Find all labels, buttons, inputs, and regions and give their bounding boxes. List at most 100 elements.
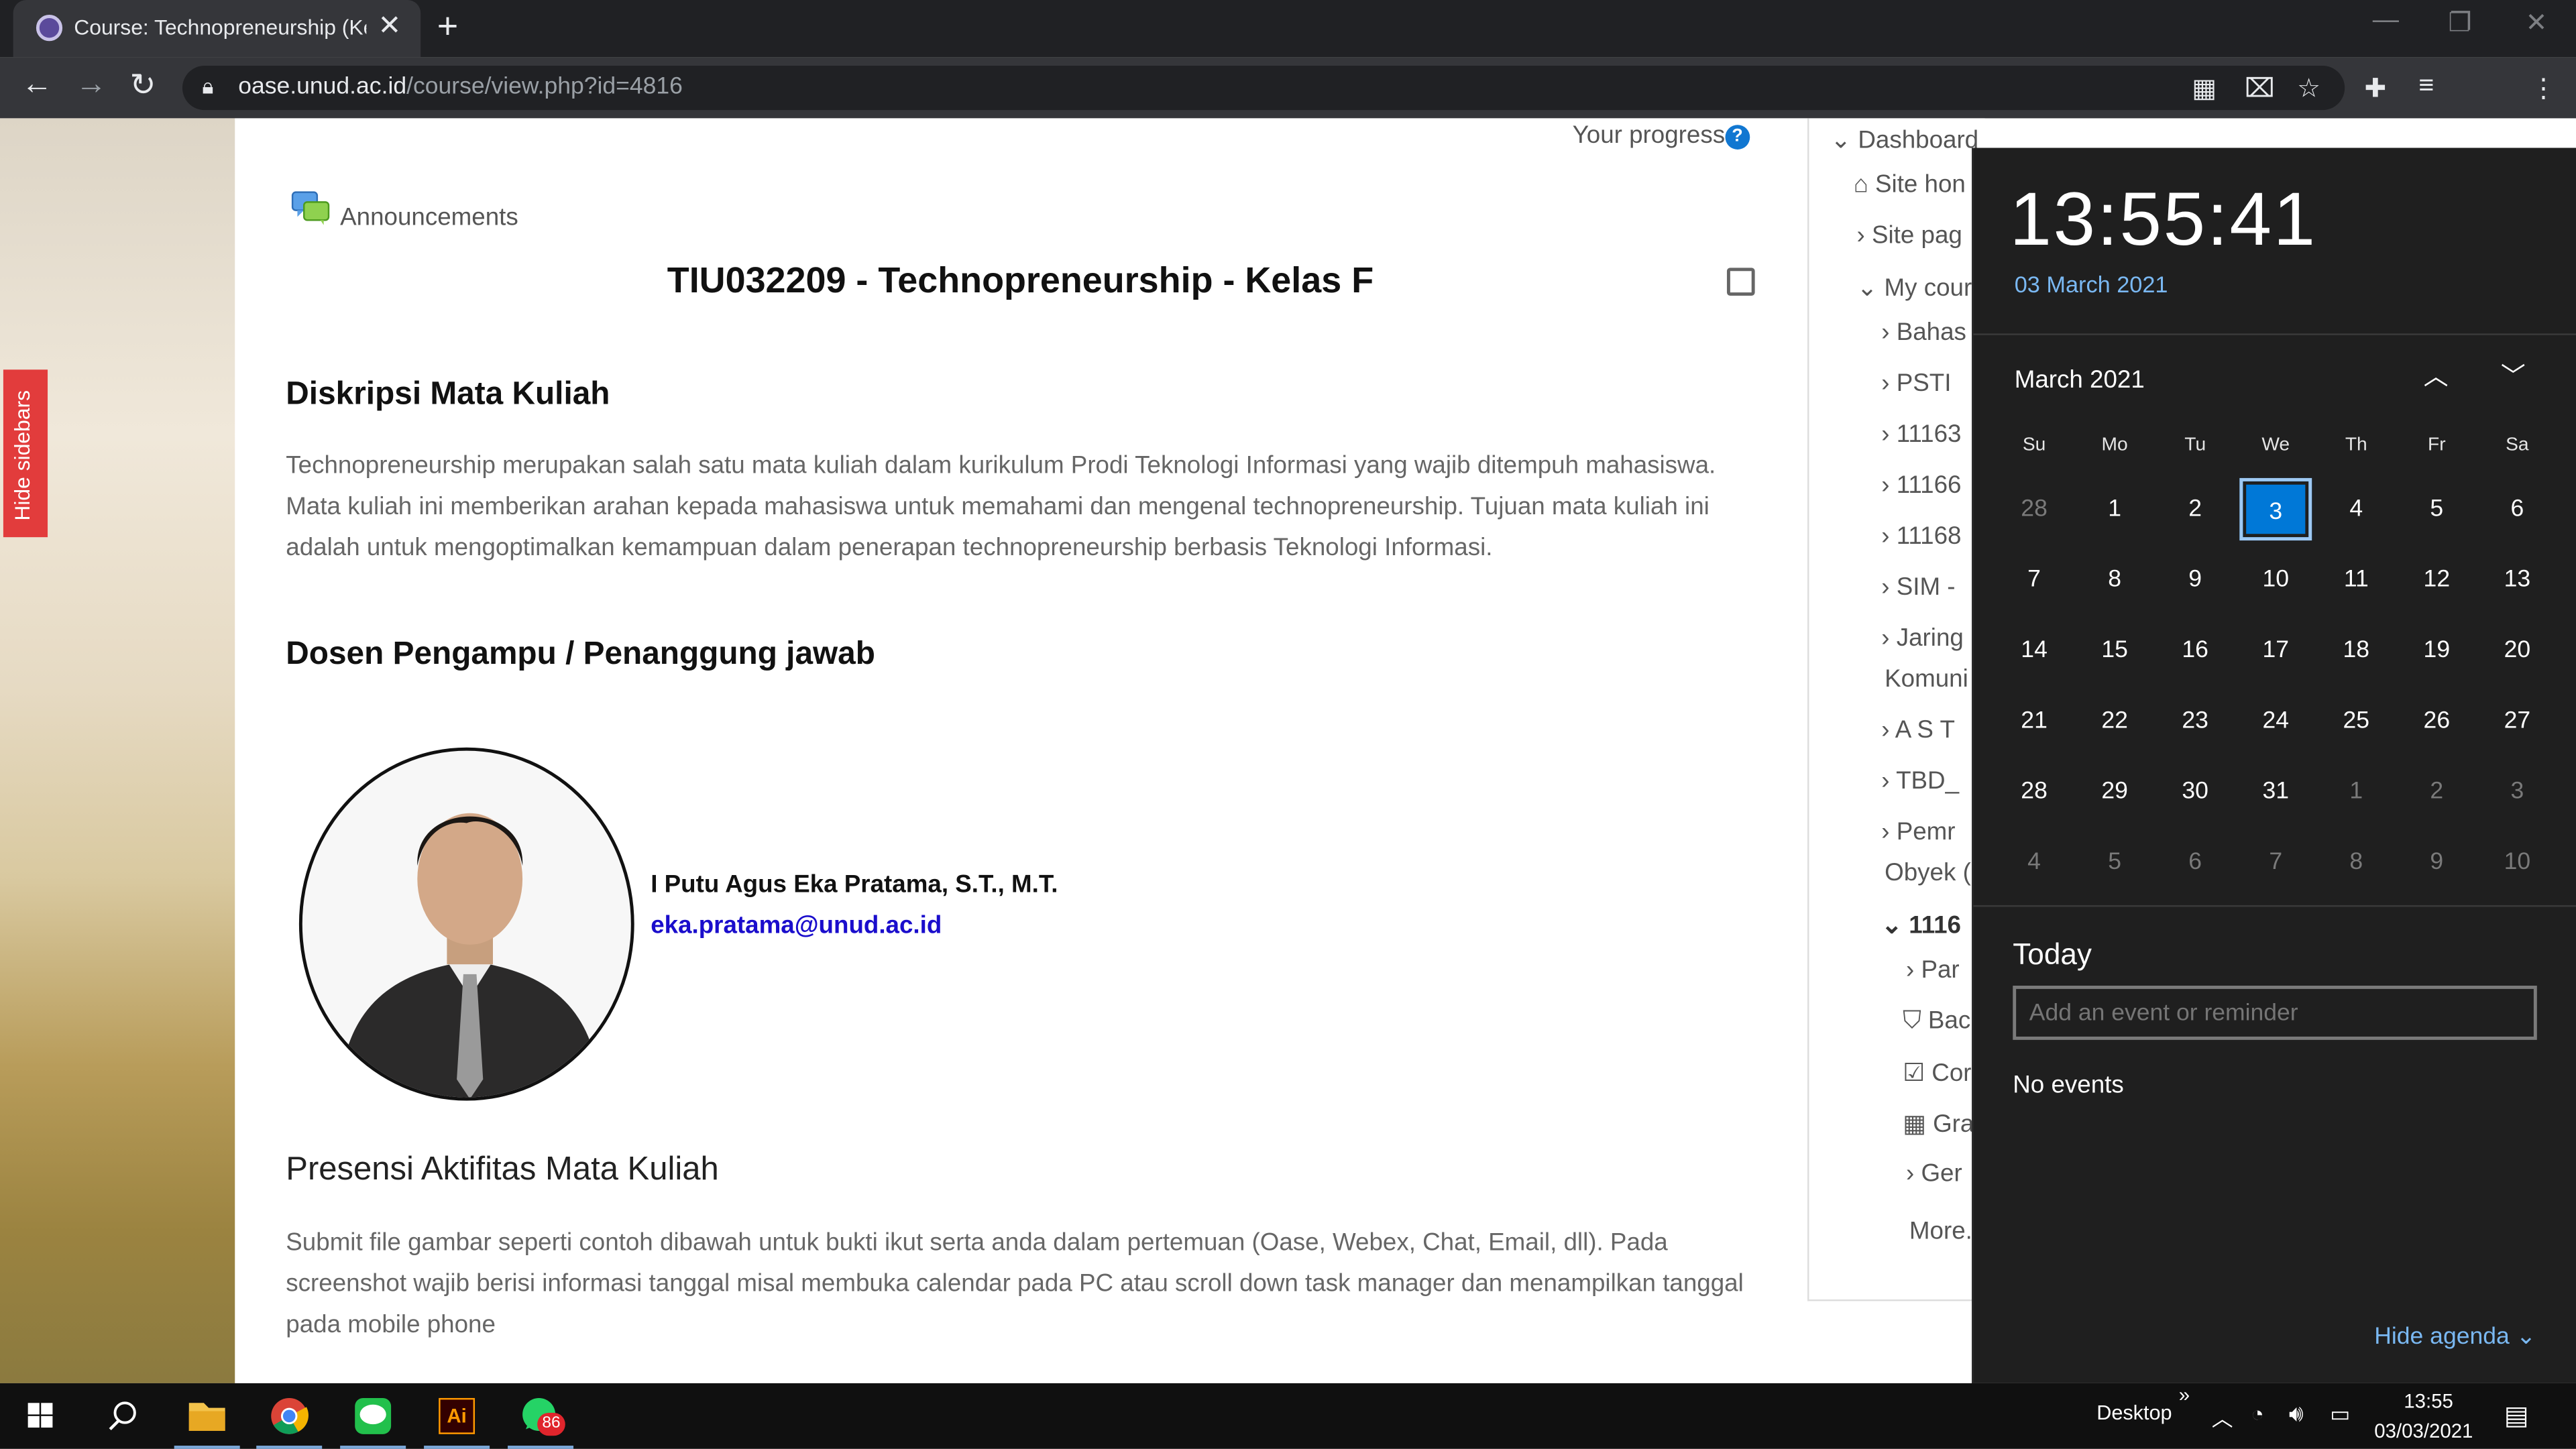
- bookmark-star-icon[interactable]: ☆: [2297, 72, 2320, 105]
- nav-competencies[interactable]: ☑ Cor: [1903, 1058, 1971, 1088]
- notifications-icon[interactable]: ▤: [2504, 1399, 2529, 1432]
- calendar-day[interactable]: 1: [2078, 478, 2151, 540]
- calendar-day[interactable]: 29: [2078, 760, 2151, 823]
- close-tab-icon[interactable]: ✕: [378, 10, 402, 43]
- lock-icon[interactable]: 🔒︎: [202, 74, 213, 100]
- media-control-icon[interactable]: ≡: [2418, 72, 2434, 102]
- calendar-day[interactable]: 24: [2239, 690, 2312, 752]
- nav-course-item[interactable]: › 11163: [1881, 420, 1961, 449]
- calendar-day[interactable]: 4: [2320, 478, 2392, 540]
- calendar-day-outside-month[interactable]: 4: [1998, 831, 2070, 894]
- new-tab-icon[interactable]: +: [437, 5, 459, 48]
- calendar-day[interactable]: 13: [2481, 548, 2554, 611]
- back-icon[interactable]: ←: [21, 67, 53, 103]
- minimize-icon[interactable]: —: [2373, 7, 2399, 36]
- calendar-day[interactable]: 3: [2239, 477, 2312, 541]
- nav-course-item[interactable]: › 11168: [1881, 522, 1961, 550]
- start-button[interactable]: [0, 1383, 82, 1449]
- calendar-day[interactable]: 7: [1998, 548, 2070, 611]
- reload-icon[interactable]: ↻: [130, 67, 156, 105]
- previous-month-icon[interactable]: ︿: [2424, 358, 2449, 392]
- hide-agenda-button[interactable]: Hide agenda ⌄: [2374, 1324, 2536, 1350]
- taskbar-clock-time[interactable]: 13:55: [2400, 1390, 2456, 1413]
- calendar-day-outside-month[interactable]: 10: [2481, 831, 2554, 894]
- menu-icon[interactable]: ⋮: [2530, 72, 2557, 105]
- browser-tab[interactable]: Course: Technopreneurship (Kelas F) ✕: [13, 0, 421, 58]
- nav-site-pages[interactable]: › Site pag: [1857, 222, 1962, 250]
- calendar-day[interactable]: 12: [2400, 548, 2473, 611]
- search-button[interactable]: [85, 1383, 161, 1449]
- calendar-day-outside-month[interactable]: 8: [2320, 831, 2392, 894]
- calendar-day[interactable]: 15: [2078, 620, 2151, 682]
- desktop-toolbar-label[interactable]: Desktop: [2096, 1401, 2172, 1424]
- calendar-day[interactable]: 20: [2481, 620, 2554, 682]
- calendar-day[interactable]: 27: [2481, 690, 2554, 752]
- nav-course-item[interactable]: › TBD_: [1881, 767, 1959, 795]
- nav-general[interactable]: › Ger: [1906, 1160, 1962, 1188]
- announcements-link[interactable]: Announcements: [340, 204, 518, 232]
- nav-course-continued[interactable]: Komuni: [1885, 665, 1968, 693]
- nav-course-item[interactable]: › Bahas: [1881, 318, 1966, 347]
- nav-course-item[interactable]: › Pemr: [1881, 818, 1955, 846]
- calendar-day[interactable]: 9: [2159, 548, 2231, 611]
- nav-course-item[interactable]: › 11166: [1881, 471, 1961, 500]
- calendar-day-outside-month[interactable]: 3: [2481, 760, 2554, 823]
- calendar-day[interactable]: 25: [2320, 690, 2392, 752]
- restore-icon[interactable]: ❐: [2449, 7, 2472, 40]
- address-bar[interactable]: 🔒︎ oase.unud.ac.id/course/view.php?id=48…: [182, 66, 2345, 111]
- nav-course-item[interactable]: › A S T: [1881, 716, 1955, 744]
- calendar-day-outside-month[interactable]: 9: [2400, 831, 2473, 894]
- calendar-day[interactable]: 21: [1998, 690, 2070, 752]
- nav-current-course[interactable]: ⌄ 1116: [1881, 910, 1961, 940]
- volume-icon[interactable]: 🔊︎: [2289, 1399, 2304, 1428]
- nav-badges[interactable]: ⛉ Bac: [1903, 1007, 1970, 1035]
- battery-icon[interactable]: ▭: [2330, 1401, 2350, 1428]
- calendar-day[interactable]: 28: [1998, 760, 2070, 823]
- calendar-day[interactable]: 2: [2159, 478, 2231, 540]
- translate-icon[interactable]: ⌧: [2245, 72, 2275, 105]
- calendar-day[interactable]: 23: [2159, 690, 2231, 752]
- qr-code-icon[interactable]: ▦: [2192, 72, 2217, 105]
- calendar-day[interactable]: 22: [2078, 690, 2151, 752]
- calendar-day[interactable]: 6: [2481, 478, 2554, 540]
- illustrator-button[interactable]: Ai: [419, 1383, 495, 1449]
- toolbar-overflow-icon[interactable]: »: [2179, 1383, 2190, 1406]
- forward-icon[interactable]: →: [76, 67, 107, 103]
- calendar-day[interactable]: 10: [2239, 548, 2312, 611]
- extensions-icon[interactable]: ✚: [2365, 72, 2387, 105]
- line-app-button[interactable]: [335, 1383, 411, 1449]
- help-icon[interactable]: ?: [1725, 125, 1750, 150]
- calendar-day[interactable]: 11: [2320, 548, 2392, 611]
- calendar-day[interactable]: 5: [2400, 478, 2473, 540]
- calendar-day[interactable]: 8: [2078, 548, 2151, 611]
- calendar-day[interactable]: 18: [2320, 620, 2392, 682]
- whatsapp-button[interactable]: 86: [503, 1383, 579, 1449]
- nav-course-item[interactable]: › PSTI: [1881, 369, 1951, 398]
- calendar-day-outside-month[interactable]: 5: [2078, 831, 2151, 894]
- nav-site-home[interactable]: ⌂ Site hon: [1854, 171, 1966, 199]
- calendar-day-outside-month[interactable]: 7: [2239, 831, 2312, 894]
- full-date-link[interactable]: 03 March 2021: [2015, 271, 2168, 297]
- nav-grades[interactable]: ▦ Gra: [1903, 1109, 1974, 1139]
- calendar-day[interactable]: 14: [1998, 620, 2070, 682]
- calendar-day[interactable]: 19: [2400, 620, 2473, 682]
- next-month-icon[interactable]: ﹀: [2501, 358, 2526, 392]
- chrome-button[interactable]: [251, 1383, 327, 1449]
- calendar-day[interactable]: 16: [2159, 620, 2231, 682]
- calendar-day[interactable]: 26: [2400, 690, 2473, 752]
- add-event-input[interactable]: [2013, 986, 2537, 1040]
- calendar-day-outside-month[interactable]: 28: [1998, 478, 2070, 540]
- calendar-day[interactable]: 30: [2159, 760, 2231, 823]
- calendar-day[interactable]: 17: [2239, 620, 2312, 682]
- nav-participants[interactable]: › Par: [1906, 956, 1960, 984]
- taskbar-clock-date[interactable]: 03/03/2021: [2374, 1419, 2473, 1442]
- nav-course-item[interactable]: › SIM -: [1881, 573, 1955, 601]
- calendar-day-outside-month[interactable]: 2: [2400, 760, 2473, 823]
- wifi-icon[interactable]: ◔: [2251, 1401, 2264, 1426]
- nav-dashboard[interactable]: ⌄ Dashboard: [1830, 125, 1978, 155]
- nav-course-item[interactable]: › Jaring: [1881, 624, 1964, 652]
- hide-sidebars-button[interactable]: Hide sidebars: [3, 369, 48, 538]
- completion-checkbox[interactable]: [1726, 268, 1755, 296]
- calendar-day-outside-month[interactable]: 6: [2159, 831, 2231, 894]
- file-explorer-button[interactable]: [169, 1383, 245, 1449]
